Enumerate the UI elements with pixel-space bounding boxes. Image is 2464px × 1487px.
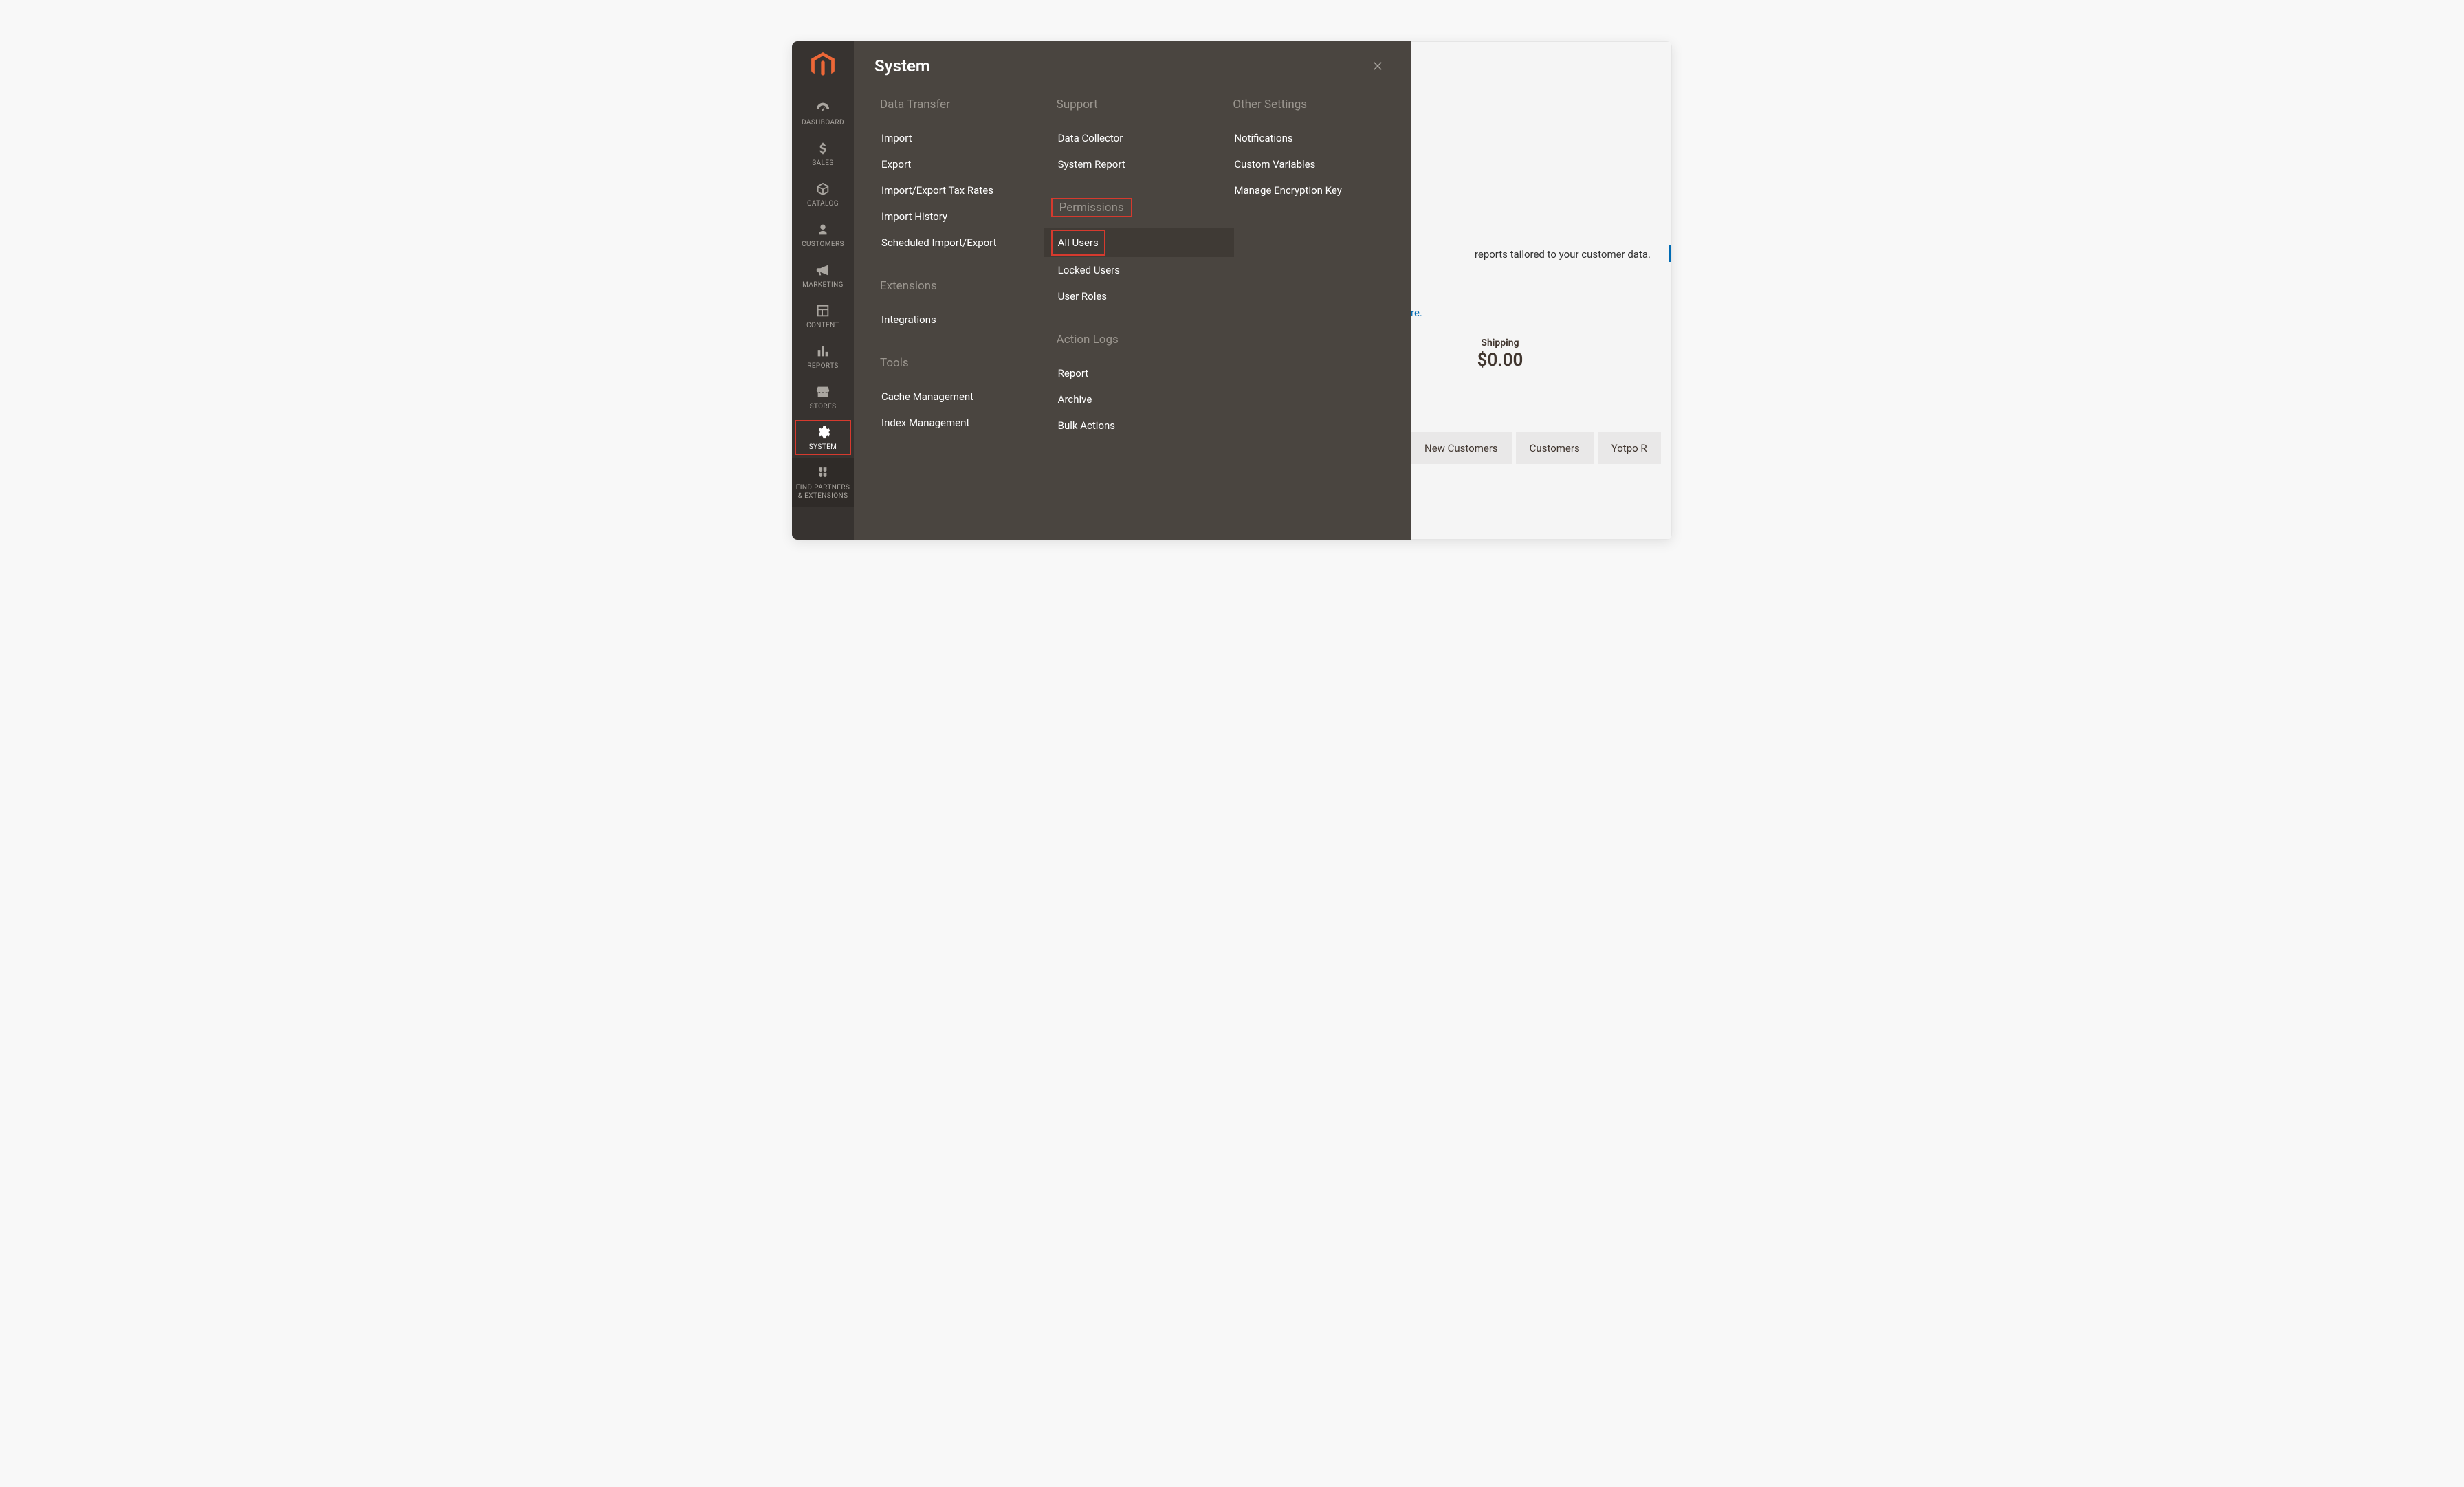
brand-logo[interactable]	[792, 45, 854, 87]
flyout-link-import-history[interactable]: Import History	[874, 203, 1044, 230]
sidebar-item-marketing[interactable]: MARKETING	[792, 255, 854, 296]
close-icon	[1372, 60, 1384, 72]
close-flyout-button[interactable]	[1365, 54, 1390, 78]
kpi-shipping: Shipping $0.00	[1442, 338, 1559, 371]
flyout-link-export[interactable]: Export	[874, 151, 1044, 177]
dashboard-link-fragment[interactable]: re.	[1411, 307, 1422, 319]
flyout-link-custom-variables[interactable]: Custom Variables	[1227, 151, 1397, 177]
sidebar-item-dashboard[interactable]: DASHBOARD	[792, 93, 854, 133]
sidebar-item-label: CUSTOMERS	[802, 241, 844, 249]
flyout-link-system-report[interactable]: System Report	[1051, 151, 1221, 177]
flyout-group-extensions: Extensions Integrations	[874, 276, 1044, 333]
flyout-group-heading: Extensions	[874, 276, 943, 296]
flyout-link-locked-users[interactable]: Locked Users	[1051, 257, 1221, 283]
kpi-value: $0.00	[1442, 350, 1559, 371]
flyout-group-heading: Support	[1051, 95, 1103, 114]
storefront-icon	[815, 384, 831, 400]
bar-chart-icon	[815, 343, 831, 360]
sidebar-item-label: CONTENT	[806, 322, 839, 330]
sidebar-item-label: CATALOG	[807, 200, 839, 208]
flyout-link-scheduled[interactable]: Scheduled Import/Export	[874, 230, 1044, 256]
magento-logo-icon	[811, 52, 835, 78]
flyout-link-import[interactable]: Import	[874, 125, 1044, 151]
flyout-link-index[interactable]: Index Management	[874, 410, 1044, 436]
flyout-columns: Data Transfer Import Export Import/Expor…	[854, 78, 1411, 439]
flyout-group-other-settings: Other Settings Notifications Custom Vari…	[1227, 95, 1397, 203]
sidebar-item-customers[interactable]: CUSTOMERS	[792, 214, 854, 255]
kpi-label: Shipping	[1442, 338, 1559, 349]
flyout-group-heading: Tools	[874, 353, 914, 373]
flyout-col: Other Settings Notifications Custom Vari…	[1227, 95, 1397, 439]
layout-icon	[815, 302, 831, 319]
sidebar-item-label: SYSTEM	[809, 443, 837, 452]
flyout-link-bulk-actions[interactable]: Bulk Actions	[1051, 412, 1221, 439]
gauge-icon	[815, 100, 831, 116]
dollar-icon	[815, 140, 831, 157]
flyout-link-all-users[interactable]: All Users	[1051, 230, 1106, 256]
admin-sidebar: DASHBOARD SALES CATALOG CUSTOMERS MARKET	[792, 41, 854, 540]
flyout-col: Support Data Collector System Report Per…	[1051, 95, 1221, 439]
flyout-group-heading: Data Transfer	[874, 95, 956, 114]
gear-icon	[815, 424, 831, 441]
sidebar-item-reports[interactable]: REPORTS	[792, 336, 854, 377]
sidebar-item-label: DASHBOARD	[802, 119, 844, 127]
dashboard-page-fragment: reports tailored to your customer data. …	[1411, 41, 1672, 540]
dashboard-info-text: reports tailored to your customer data.	[1475, 248, 1651, 261]
flyout-link-archive[interactable]: Archive	[1051, 386, 1221, 412]
flyout-group-heading: Other Settings	[1227, 95, 1312, 114]
flyout-col: Data Transfer Import Export Import/Expor…	[874, 95, 1044, 439]
tab-new-customers[interactable]: New Customers	[1411, 432, 1512, 464]
tab-customers[interactable]: Customers	[1516, 432, 1594, 464]
flyout-group-tools: Tools Cache Management Index Management	[874, 353, 1044, 436]
flyout-link-integrations[interactable]: Integrations	[874, 307, 1044, 333]
flyout-title: System	[874, 56, 930, 76]
box-icon	[815, 181, 831, 197]
accent-bar	[1669, 245, 1671, 262]
sidebar-item-label: FIND PARTNERS & EXTENSIONS	[792, 484, 854, 500]
sidebar-item-label: REPORTS	[807, 362, 838, 371]
sidebar-item-label: SALES	[812, 159, 833, 168]
flyout-link-notifications[interactable]: Notifications	[1227, 125, 1397, 151]
system-flyout-panel: System Data Transfer Import Export Impor…	[854, 41, 1411, 540]
flyout-group-action-logs: Action Logs Report Archive Bulk Actions	[1051, 330, 1221, 439]
flyout-group-heading: Permissions	[1051, 198, 1132, 217]
sidebar-item-sales[interactable]: SALES	[792, 133, 854, 174]
info-text-fragment: reports tailored to your customer data.	[1475, 248, 1651, 261]
app-window: DASHBOARD SALES CATALOG CUSTOMERS MARKET	[792, 41, 1672, 540]
flyout-group-permissions: Permissions All Users Locked Users User …	[1051, 198, 1221, 309]
flyout-link-data-collector[interactable]: Data Collector	[1051, 125, 1221, 151]
flyout-link-report[interactable]: Report	[1051, 360, 1221, 386]
puzzle-boxes-icon	[815, 465, 831, 481]
flyout-group-heading: Action Logs	[1051, 330, 1124, 349]
flyout-group-data-transfer: Data Transfer Import Export Import/Expor…	[874, 95, 1044, 256]
sidebar-item-system[interactable]: SYSTEM	[792, 417, 854, 458]
flyout-link-user-roles[interactable]: User Roles	[1051, 283, 1221, 309]
person-icon	[815, 221, 831, 238]
sidebar-item-label: MARKETING	[802, 281, 844, 289]
sidebar-item-label: STORES	[810, 403, 837, 411]
sidebar-item-stores[interactable]: STORES	[792, 377, 854, 417]
sidebar-item-content[interactable]: CONTENT	[792, 296, 854, 336]
megaphone-icon	[815, 262, 831, 278]
flyout-link-cache[interactable]: Cache Management	[874, 384, 1044, 410]
flyout-link-tax-rates[interactable]: Import/Export Tax Rates	[874, 177, 1044, 203]
flyout-group-support: Support Data Collector System Report	[1051, 95, 1221, 177]
sidebar-item-catalog[interactable]: CATALOG	[792, 174, 854, 214]
dashboard-tab-row: New Customers Customers Yotpo R	[1411, 432, 1671, 464]
flyout-link-encryption-key[interactable]: Manage Encryption Key	[1227, 177, 1397, 203]
sidebar-item-partners[interactable]: FIND PARTNERS & EXTENSIONS	[792, 458, 854, 507]
tab-yotpo[interactable]: Yotpo R	[1598, 432, 1661, 464]
